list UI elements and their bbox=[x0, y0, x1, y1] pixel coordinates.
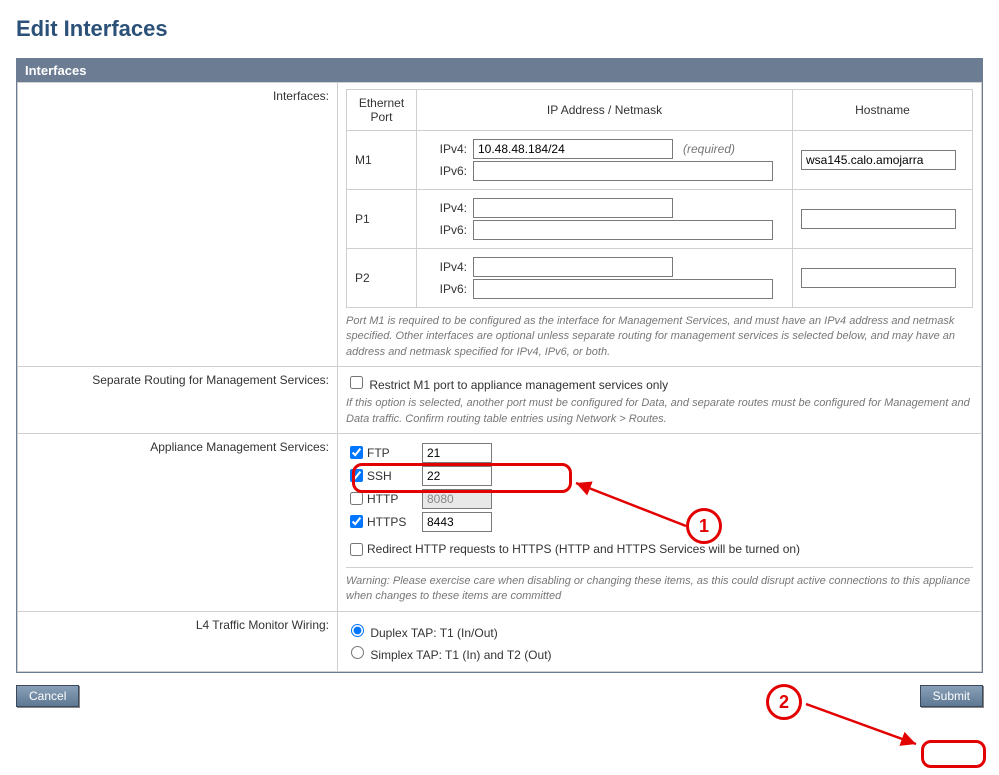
https-port-input[interactable] bbox=[422, 512, 492, 532]
p2-ipv4-label: IPv4: bbox=[425, 260, 467, 274]
submit-button[interactable]: Submit bbox=[920, 685, 983, 707]
p1-hostname-input[interactable] bbox=[801, 209, 956, 229]
port-m1-hint: Port M1 is required to be configured as … bbox=[346, 314, 973, 360]
m1-required: (required) bbox=[683, 142, 735, 156]
page-title: Edit Interfaces bbox=[16, 16, 983, 42]
ssh-label: SSH bbox=[367, 469, 422, 483]
restrict-m1-hint: If this option is selected, another port… bbox=[346, 396, 973, 427]
col-ip: IP Address / Netmask bbox=[417, 90, 793, 131]
ssh-checkbox[interactable] bbox=[350, 469, 363, 482]
port-m1-name: M1 bbox=[347, 131, 417, 190]
col-port: Ethernet Port bbox=[347, 90, 417, 131]
redirect-label: Redirect HTTP requests to HTTPS (HTTP an… bbox=[367, 542, 800, 556]
ssh-port-input[interactable] bbox=[422, 466, 492, 486]
port-p1-name: P1 bbox=[347, 190, 417, 249]
cancel-button[interactable]: Cancel bbox=[16, 685, 79, 707]
l4-label: L4 Traffic Monitor Wiring: bbox=[18, 611, 338, 671]
port-p2-name: P2 bbox=[347, 249, 417, 308]
panel-header: Interfaces bbox=[17, 59, 982, 82]
interfaces-table: Ethernet Port IP Address / Netmask Hostn… bbox=[346, 89, 973, 308]
services-label: Appliance Management Services: bbox=[18, 433, 338, 611]
p2-ipv6-input[interactable] bbox=[473, 279, 773, 299]
separate-routing-label: Separate Routing for Management Services… bbox=[18, 367, 338, 434]
iface-row-m1: M1 IPv4: (required) IPv6: bbox=[347, 131, 973, 190]
http-label: HTTP bbox=[367, 492, 422, 506]
redirect-checkbox[interactable] bbox=[350, 543, 363, 556]
p2-ipv6-label: IPv6: bbox=[425, 282, 467, 296]
p1-ipv6-label: IPv6: bbox=[425, 223, 467, 237]
http-checkbox[interactable] bbox=[350, 492, 363, 505]
annotation-box-2 bbox=[921, 740, 986, 768]
p1-ipv4-label: IPv4: bbox=[425, 201, 467, 215]
m1-ipv4-input[interactable] bbox=[473, 139, 673, 159]
restrict-m1-checkbox[interactable] bbox=[350, 376, 363, 389]
services-warning: Warning: Please exercise care when disab… bbox=[346, 567, 973, 605]
m1-hostname-input[interactable] bbox=[801, 150, 956, 170]
m1-ipv4-label: IPv4: bbox=[425, 142, 467, 156]
ftp-label: FTP bbox=[367, 446, 422, 460]
http-port-input[interactable] bbox=[422, 489, 492, 509]
https-label: HTTPS bbox=[367, 515, 422, 529]
l4-simplex-label: Simplex TAP: T1 (In) and T2 (Out) bbox=[370, 648, 551, 662]
m1-ipv6-label: IPv6: bbox=[425, 164, 467, 178]
ftp-port-input[interactable] bbox=[422, 443, 492, 463]
https-checkbox[interactable] bbox=[350, 515, 363, 528]
m1-ipv6-input[interactable] bbox=[473, 161, 773, 181]
p1-ipv4-input[interactable] bbox=[473, 198, 673, 218]
interfaces-panel: Interfaces Interfaces: Ethernet Port IP … bbox=[16, 58, 983, 673]
interfaces-label: Interfaces: bbox=[18, 83, 338, 367]
col-hostname: Hostname bbox=[793, 90, 973, 131]
ftp-checkbox[interactable] bbox=[350, 446, 363, 459]
iface-row-p1: P1 IPv4: IPv6: bbox=[347, 190, 973, 249]
iface-row-p2: P2 IPv4: IPv6: bbox=[347, 249, 973, 308]
l4-simplex-radio[interactable] bbox=[351, 646, 364, 659]
l4-duplex-label: Duplex TAP: T1 (In/Out) bbox=[370, 626, 497, 640]
p2-ipv4-input[interactable] bbox=[473, 257, 673, 277]
p1-ipv6-input[interactable] bbox=[473, 220, 773, 240]
p2-hostname-input[interactable] bbox=[801, 268, 956, 288]
l4-duplex-radio[interactable] bbox=[351, 624, 364, 637]
restrict-m1-label: Restrict M1 port to appliance management… bbox=[369, 378, 668, 392]
